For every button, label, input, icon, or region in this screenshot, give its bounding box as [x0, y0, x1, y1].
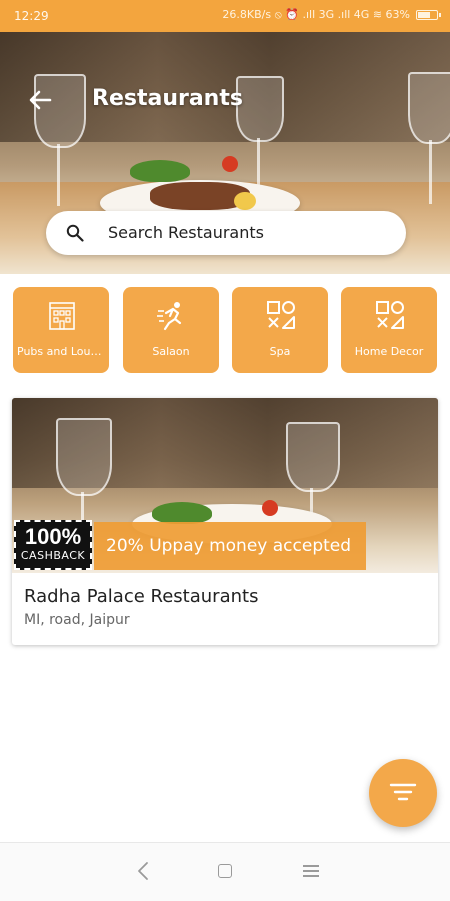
category-pubs-and-lounges[interactable]: Pubs and Lounges — [13, 287, 109, 373]
battery-icon — [416, 10, 441, 20]
tomato — [262, 500, 278, 516]
shapes-icon — [376, 301, 404, 329]
cashback-badge: 100% CASHBACK — [14, 520, 92, 570]
offer-banner: 20% Uppay money accepted — [94, 522, 366, 570]
shapes-icon — [267, 301, 295, 329]
category-salaon[interactable]: Salaon — [123, 287, 219, 373]
wine-glass — [236, 76, 284, 142]
page-title: Restaurants — [92, 86, 243, 111]
category-label: Salaon — [152, 345, 190, 358]
search-input[interactable]: Search Restaurants — [46, 211, 406, 255]
status-indicators: 26.8KB/s ⦸ ⏰ .ıll 3G .ıll 4G ≋ 63% — [222, 8, 441, 22]
category-label: Pubs and Lounges — [17, 345, 105, 358]
nav-back-icon[interactable] — [136, 861, 150, 881]
filter-icon — [389, 783, 417, 801]
cashback-label: CASHBACK — [20, 549, 86, 562]
restaurant-card[interactable]: 100% CASHBACK 20% Uppay money accepted R… — [12, 398, 438, 645]
wine-glass-stem — [429, 140, 432, 204]
status-bar: 12:29 26.8KB/s ⦸ ⏰ .ıll 3G .ıll 4G ≋ 63% — [0, 0, 450, 32]
wine-glass — [408, 72, 450, 144]
search-placeholder: Search Restaurants — [108, 223, 264, 242]
lemon — [234, 192, 256, 210]
wine-glass — [56, 418, 112, 496]
category-home-decor[interactable]: Home Decor — [341, 287, 437, 373]
wine-glass — [286, 422, 340, 492]
arrow-left-icon — [29, 90, 52, 110]
restaurant-address: MI, road, Jaipur — [24, 612, 130, 628]
search-icon — [66, 224, 84, 242]
category-label: Spa — [269, 345, 291, 358]
nav-home-icon[interactable] — [218, 864, 232, 878]
runner-icon — [157, 302, 182, 331]
category-label: Home Decor — [354, 345, 424, 358]
building-icon — [49, 302, 75, 330]
back-button[interactable] — [26, 86, 56, 114]
category-spa[interactable]: Spa — [232, 287, 328, 373]
garnish — [152, 502, 212, 524]
tomato — [222, 156, 238, 172]
restaurant-name: Radha Palace Restaurants — [24, 586, 259, 607]
system-nav-bar — [0, 842, 450, 901]
wine-glass-stem — [57, 144, 60, 206]
filter-button[interactable] — [369, 759, 437, 827]
status-time: 12:29 — [14, 9, 49, 23]
nav-menu-icon[interactable] — [303, 863, 319, 879]
restaurant-image: 100% CASHBACK 20% Uppay money accepted — [12, 398, 438, 573]
status-indicators-text: 26.8KB/s ⦸ ⏰ .ıll 3G .ıll 4G ≋ 63% — [222, 8, 410, 21]
garnish — [130, 160, 190, 182]
cashback-percent: 100% — [24, 524, 82, 549]
